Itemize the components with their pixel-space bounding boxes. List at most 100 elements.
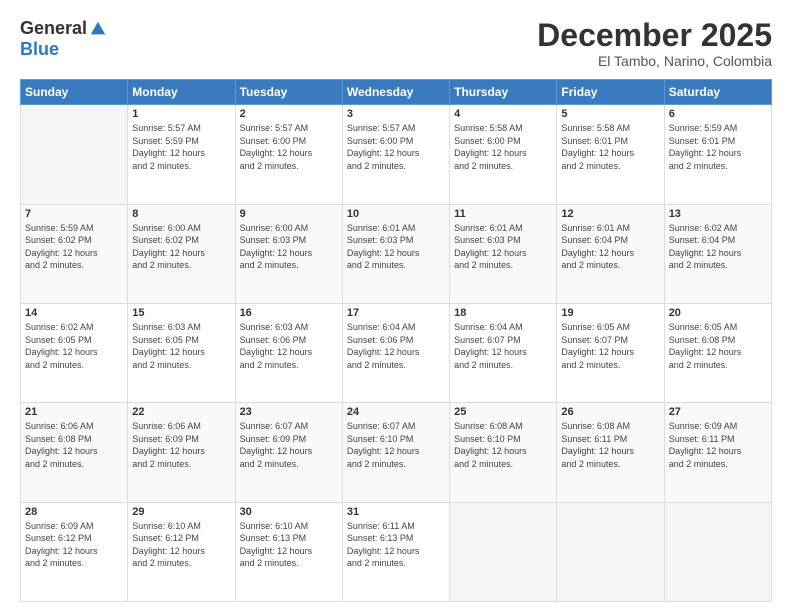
table-row: 10Sunrise: 6:01 AM Sunset: 6:03 PM Dayli… [342, 204, 449, 303]
calendar-week-row: 28 Sunrise: 6:09 AM Sunset: 6:12 PM Dayli… [21, 502, 772, 601]
day-number: 27 [669, 406, 767, 418]
table-row: 12 Sunrise: 6:01 AM Sunset: 6:04 PM Dayli… [557, 204, 664, 303]
table-row: 5 Sunrise: 5:58 AM Sunset: 6:01 PM Daylig… [557, 105, 664, 204]
day-info: Sunrise: 5:58 AM Sunset: 6:01 PM Dayligh… [561, 122, 659, 172]
day-info: Sunrise: 6:07 AM Sunset: 6:10 PM Dayligh… [347, 420, 445, 470]
table-row: 16 Sunrise: 6:03 AM Sunset: 6:06 PM Dayli… [235, 303, 342, 402]
day-info: Sunrise: 6:01 AM Sunset: 6:03 PM Dayligh… [454, 222, 552, 272]
day-info: Sunrise: 5:57 AM Sunset: 6:00 PM Dayligh… [347, 122, 445, 172]
header: General Blue December 2025 El Tambo, Nar… [20, 18, 772, 69]
day-info: Sunrise: 6:01 AM Sunset: 6:04 PM Dayligh… [561, 222, 659, 272]
logo: General Blue [20, 18, 107, 60]
day-info: Sunrise: 6:09 AM Sunset: 6:12 PM Dayligh… [25, 520, 123, 570]
table-row: 17 Sunrise: 6:04 AM Sunset: 6:06 PM Dayli… [342, 303, 449, 402]
day-info: Sunrise: 6:00 AM Sunset: 6:03 PM Dayligh… [240, 222, 338, 272]
calendar-table: Sunday Monday Tuesday Wednesday Thursday… [20, 79, 772, 602]
day-number: 23 [240, 406, 338, 418]
table-row: 28 Sunrise: 6:09 AM Sunset: 6:12 PM Dayli… [21, 502, 128, 601]
day-number: 10 [347, 208, 445, 220]
day-info: Sunrise: 5:58 AM Sunset: 6:00 PM Dayligh… [454, 122, 552, 172]
day-number: 30 [240, 506, 338, 518]
location-subtitle: El Tambo, Narino, Colombia [537, 53, 772, 69]
day-number: 29 [132, 506, 230, 518]
day-number: 13 [669, 208, 767, 220]
day-number: 5 [561, 108, 659, 120]
calendar-week-row: 1Sunrise: 5:57 AM Sunset: 5:59 PM Daylig… [21, 105, 772, 204]
day-info: Sunrise: 6:04 AM Sunset: 6:07 PM Dayligh… [454, 321, 552, 371]
table-row: 4 Sunrise: 5:58 AM Sunset: 6:00 PM Daylig… [450, 105, 557, 204]
header-wednesday: Wednesday [342, 80, 449, 105]
day-number: 22 [132, 406, 230, 418]
day-number: 20 [669, 307, 767, 319]
day-number: 17 [347, 307, 445, 319]
header-monday: Monday [128, 80, 235, 105]
table-row: 9 Sunrise: 6:00 AM Sunset: 6:03 PM Daylig… [235, 204, 342, 303]
day-info: Sunrise: 5:59 AM Sunset: 6:02 PM Dayligh… [25, 222, 123, 272]
weekday-header-row: Sunday Monday Tuesday Wednesday Thursday… [21, 80, 772, 105]
table-row: 29 Sunrise: 6:10 AM Sunset: 6:12 PM Dayli… [128, 502, 235, 601]
day-info: Sunrise: 6:11 AM Sunset: 6:13 PM Dayligh… [347, 520, 445, 570]
day-number: 28 [25, 506, 123, 518]
table-row: 30 Sunrise: 6:10 AM Sunset: 6:13 PM Dayli… [235, 502, 342, 601]
day-number: 24 [347, 406, 445, 418]
day-number: 8 [132, 208, 230, 220]
day-info: Sunrise: 6:02 AM Sunset: 6:04 PM Dayligh… [669, 222, 767, 272]
header-sunday: Sunday [21, 80, 128, 105]
table-row: 6 Sunrise: 5:59 AM Sunset: 6:01 PM Daylig… [664, 105, 771, 204]
day-info: Sunrise: 6:10 AM Sunset: 6:13 PM Dayligh… [240, 520, 338, 570]
table-row [21, 105, 128, 204]
table-row: 18 Sunrise: 6:04 AM Sunset: 6:07 PM Dayli… [450, 303, 557, 402]
table-row: 13 Sunrise: 6:02 AM Sunset: 6:04 PM Dayli… [664, 204, 771, 303]
calendar-week-row: 21 Sunrise: 6:06 AM Sunset: 6:08 PM Dayli… [21, 403, 772, 502]
table-row: 20Sunrise: 6:05 AM Sunset: 6:08 PM Dayli… [664, 303, 771, 402]
day-info: Sunrise: 6:04 AM Sunset: 6:06 PM Dayligh… [347, 321, 445, 371]
logo-general-text: General [20, 18, 87, 39]
page: General Blue December 2025 El Tambo, Nar… [0, 0, 792, 612]
day-number: 9 [240, 208, 338, 220]
day-info: Sunrise: 6:09 AM Sunset: 6:11 PM Dayligh… [669, 420, 767, 470]
table-row: 1Sunrise: 5:57 AM Sunset: 5:59 PM Daylig… [128, 105, 235, 204]
table-row: 26Sunrise: 6:08 AM Sunset: 6:11 PM Dayli… [557, 403, 664, 502]
day-info: Sunrise: 6:07 AM Sunset: 6:09 PM Dayligh… [240, 420, 338, 470]
logo-icon [89, 20, 107, 38]
day-info: Sunrise: 6:10 AM Sunset: 6:12 PM Dayligh… [132, 520, 230, 570]
header-thursday: Thursday [450, 80, 557, 105]
day-number: 2 [240, 108, 338, 120]
day-number: 14 [25, 307, 123, 319]
day-info: Sunrise: 6:02 AM Sunset: 6:05 PM Dayligh… [25, 321, 123, 371]
header-tuesday: Tuesday [235, 80, 342, 105]
header-saturday: Saturday [664, 80, 771, 105]
day-info: Sunrise: 6:03 AM Sunset: 6:06 PM Dayligh… [240, 321, 338, 371]
table-row: 22 Sunrise: 6:06 AM Sunset: 6:09 PM Dayli… [128, 403, 235, 502]
table-row: 3 Sunrise: 5:57 AM Sunset: 6:00 PM Daylig… [342, 105, 449, 204]
day-number: 7 [25, 208, 123, 220]
day-info: Sunrise: 5:59 AM Sunset: 6:01 PM Dayligh… [669, 122, 767, 172]
day-number: 25 [454, 406, 552, 418]
day-number: 21 [25, 406, 123, 418]
calendar-week-row: 14 Sunrise: 6:02 AM Sunset: 6:05 PM Dayli… [21, 303, 772, 402]
day-info: Sunrise: 6:06 AM Sunset: 6:08 PM Dayligh… [25, 420, 123, 470]
day-info: Sunrise: 5:57 AM Sunset: 5:59 PM Dayligh… [132, 122, 230, 172]
table-row: 27 Sunrise: 6:09 AM Sunset: 6:11 PM Dayli… [664, 403, 771, 502]
day-info: Sunrise: 6:06 AM Sunset: 6:09 PM Dayligh… [132, 420, 230, 470]
table-row: 24 Sunrise: 6:07 AM Sunset: 6:10 PM Dayli… [342, 403, 449, 502]
day-number: 12 [561, 208, 659, 220]
day-number: 31 [347, 506, 445, 518]
table-row [557, 502, 664, 601]
day-number: 6 [669, 108, 767, 120]
day-info: Sunrise: 6:03 AM Sunset: 6:05 PM Dayligh… [132, 321, 230, 371]
day-number: 18 [454, 307, 552, 319]
day-info: Sunrise: 6:08 AM Sunset: 6:10 PM Dayligh… [454, 420, 552, 470]
table-row: 14 Sunrise: 6:02 AM Sunset: 6:05 PM Dayli… [21, 303, 128, 402]
day-number: 11 [454, 208, 552, 220]
day-number: 16 [240, 307, 338, 319]
table-row: 23 Sunrise: 6:07 AM Sunset: 6:09 PM Dayli… [235, 403, 342, 502]
day-number: 4 [454, 108, 552, 120]
day-number: 3 [347, 108, 445, 120]
table-row: 19Sunrise: 6:05 AM Sunset: 6:07 PM Dayli… [557, 303, 664, 402]
month-title: December 2025 [537, 18, 772, 53]
day-info: Sunrise: 6:05 AM Sunset: 6:07 PM Dayligh… [561, 321, 659, 371]
table-row [664, 502, 771, 601]
title-block: December 2025 El Tambo, Narino, Colombia [537, 18, 772, 69]
day-number: 26 [561, 406, 659, 418]
